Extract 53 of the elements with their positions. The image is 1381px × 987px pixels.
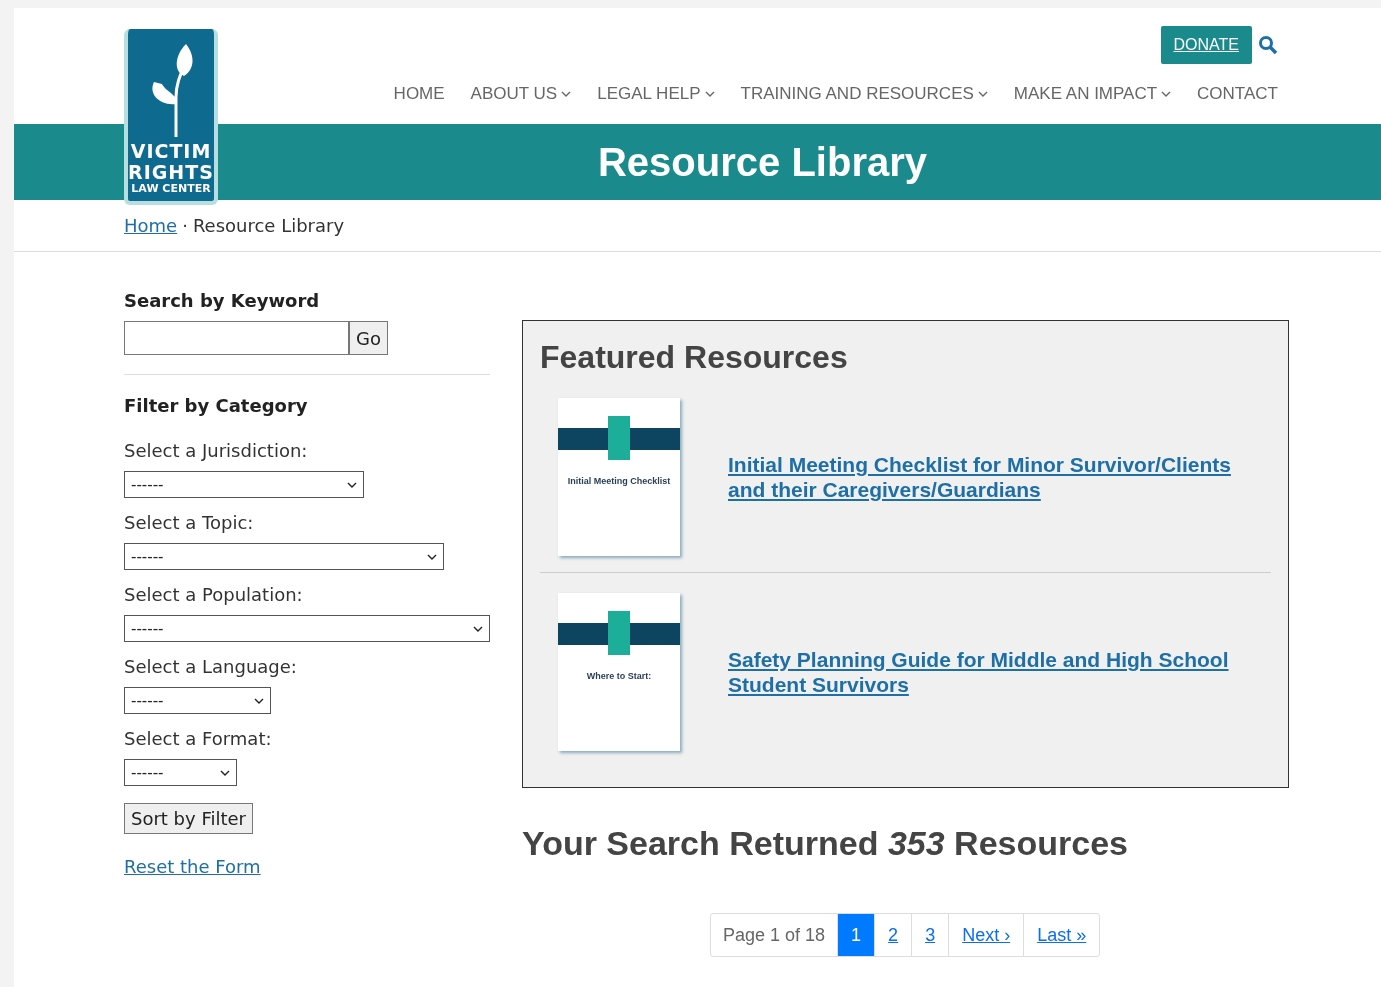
select-field[interactable]: ------	[124, 471, 364, 498]
page-info: Page 1 of 18	[722, 923, 827, 947]
sort-button[interactable]: Sort by Filter	[124, 803, 253, 834]
chevron-icon	[220, 769, 230, 776]
page-title: Resource Library	[598, 139, 927, 185]
field-label: Select a Topic:	[124, 512, 255, 533]
chevron-icon	[254, 697, 264, 704]
nav-item[interactable]: CONTACT	[1197, 84, 1278, 104]
field-label: Select a Jurisdiction:	[124, 440, 309, 461]
nav-item[interactable]: MAKE AN IMPACT	[1013, 84, 1172, 104]
breadcrumb-separator: ·	[182, 215, 188, 236]
nav-item[interactable]: TRAINING AND RESOURCES	[740, 84, 988, 104]
next-link[interactable]: Next ›	[948, 914, 1024, 956]
logo-text: RIGHTS	[128, 162, 214, 183]
select-field[interactable]: ------	[124, 759, 237, 786]
select-field[interactable]: ------	[124, 543, 444, 570]
go-button[interactable]: Go	[349, 321, 388, 355]
chevron-icon	[427, 553, 437, 560]
nav-item[interactable]: LEGAL HELP	[597, 84, 715, 104]
logo[interactable]: VICTIM RIGHTS LAW CENTER	[124, 29, 218, 205]
section-heading: Search by Keyword	[124, 290, 321, 311]
results-heading: Your Search Returned 353 Resources	[522, 824, 1129, 863]
breadcrumb-link[interactable]: Home	[124, 215, 178, 236]
donate-button[interactable]: DONATE	[1160, 26, 1252, 64]
page-link[interactable]: 3	[911, 914, 949, 956]
logo-text: VICTIM	[130, 141, 212, 162]
section-heading: Filter by Category	[124, 395, 309, 416]
cover-logo	[608, 611, 630, 655]
field-label: Select a Language:	[124, 656, 298, 677]
field-label: Select a Population:	[124, 584, 304, 605]
select-field[interactable]: ------	[124, 615, 490, 642]
cover-title: Where to Start:	[586, 671, 652, 681]
keyword-field[interactable]	[124, 321, 349, 355]
document-cover[interactable]: Where to Start:	[558, 593, 680, 751]
page-link[interactable]: 1	[837, 914, 875, 956]
page-link[interactable]: 2	[874, 914, 912, 956]
select-field[interactable]: ------	[124, 687, 271, 714]
reset-link[interactable]: Reset the Form	[124, 856, 261, 877]
logo-text: LAW CENTER	[131, 182, 211, 195]
nav-item[interactable]: HOME	[393, 84, 445, 104]
last-link[interactable]: Last »	[1023, 914, 1100, 956]
chevron-icon	[347, 481, 357, 488]
document-cover[interactable]: Initial Meeting Checklist	[558, 398, 680, 556]
breadcrumb-current: Resource Library	[192, 215, 345, 236]
resource-link[interactable]: Initial Meeting Checklist for Minor Survivor/Clients and their Caregivers/Guardians	[728, 451, 1253, 503]
field-label: Select a Format:	[124, 728, 273, 749]
panel-title: Featured Resources	[540, 339, 849, 376]
nav-item[interactable]: ABOUT US	[470, 84, 572, 104]
resource-link[interactable]: Safety Planning Guide for Middle and High School Student Survivors	[728, 646, 1253, 698]
cover-logo	[608, 416, 630, 460]
chevron-icon	[473, 625, 483, 632]
search-icon[interactable]	[1258, 35, 1278, 55]
cover-title: Initial Meeting Checklist	[567, 476, 671, 486]
